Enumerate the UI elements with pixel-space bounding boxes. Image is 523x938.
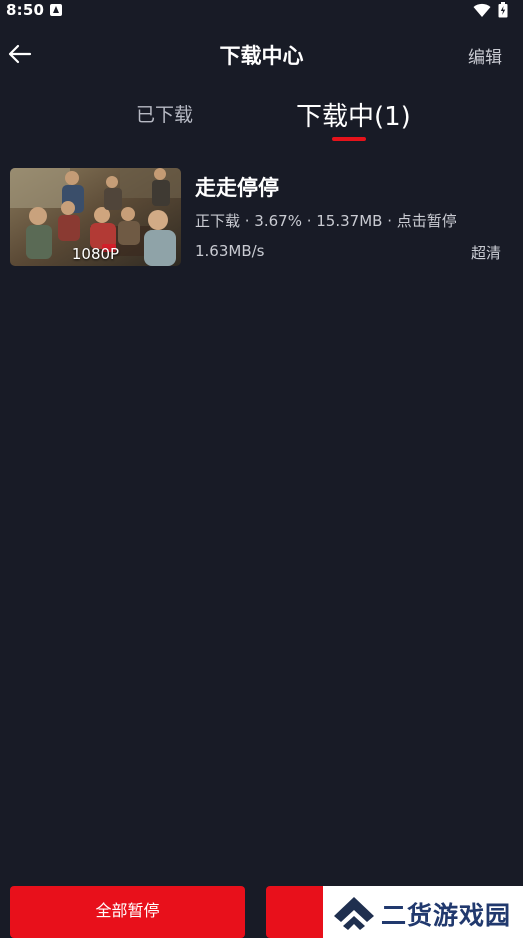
video-thumbnail: 1080P bbox=[10, 168, 181, 266]
download-center-screen: 8:50 下载中心 编辑 已下载 下载中(1) 1080P 走走停停 正下载 ·… bbox=[0, 0, 523, 938]
pause-all-button[interactable]: 全部暂停 bbox=[10, 886, 245, 938]
wifi-icon bbox=[473, 3, 491, 17]
edit-button[interactable]: 编辑 bbox=[468, 43, 502, 68]
status-time: 8:50 bbox=[6, 1, 45, 19]
battery-icon bbox=[498, 2, 508, 18]
tab-downloading[interactable]: 下载中(1) bbox=[296, 96, 411, 133]
page-title: 下载中心 bbox=[219, 44, 304, 68]
notification-app-icon bbox=[50, 4, 62, 16]
back-button[interactable] bbox=[6, 40, 36, 68]
definition-label: 超清 bbox=[470, 244, 501, 262]
arrow-left-icon bbox=[8, 44, 32, 64]
download-tabs: 已下载 下载中(1) bbox=[0, 90, 523, 150]
status-bar: 8:50 bbox=[0, 0, 523, 22]
active-tab-indicator bbox=[332, 137, 366, 141]
tab-downloaded[interactable]: 已下载 bbox=[136, 100, 193, 127]
quality-badge: 1080P bbox=[71, 245, 120, 263]
site-watermark: 二货游戏园 bbox=[323, 886, 523, 938]
header-bar: 下载中心 编辑 bbox=[0, 30, 523, 78]
watermark-text: 二货游戏园 bbox=[381, 901, 512, 930]
download-status-text[interactable]: 正下载 · 3.67% · 15.37MB · 点击暂停 bbox=[195, 210, 457, 231]
video-title: 走走停停 bbox=[195, 176, 279, 200]
download-list-item[interactable]: 1080P 走走停停 正下载 · 3.67% · 15.37MB · 点击暂停 … bbox=[10, 168, 513, 268]
download-speed: 1.63MB/s bbox=[195, 242, 265, 260]
chevron-up-logo-icon bbox=[334, 897, 374, 930]
